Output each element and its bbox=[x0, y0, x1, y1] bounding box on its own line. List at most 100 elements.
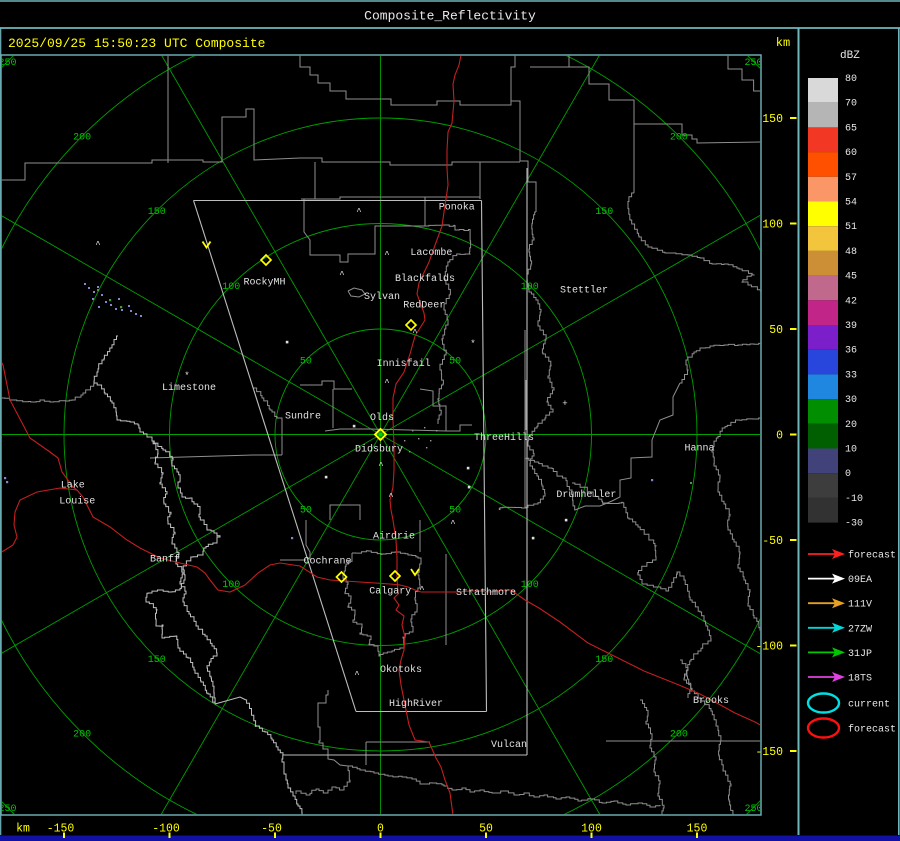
svg-text:Lake: Lake bbox=[61, 479, 85, 491]
svg-text:Blackfalds: Blackfalds bbox=[395, 273, 455, 285]
svg-text:150: 150 bbox=[595, 207, 613, 218]
svg-text:100: 100 bbox=[222, 282, 240, 293]
svg-text:51: 51 bbox=[845, 222, 857, 233]
svg-text:^: ^ bbox=[339, 270, 344, 280]
svg-text:250: 250 bbox=[744, 58, 762, 69]
svg-text:250: 250 bbox=[0, 804, 17, 815]
svg-text:57: 57 bbox=[845, 173, 857, 184]
svg-text:^: ^ bbox=[95, 240, 100, 250]
svg-text:Cochrane: Cochrane bbox=[304, 556, 352, 568]
svg-text:-10: -10 bbox=[845, 494, 863, 505]
svg-text:HighRiver: HighRiver bbox=[389, 698, 443, 710]
svg-text:10: 10 bbox=[845, 445, 857, 456]
svg-text:100: 100 bbox=[222, 580, 240, 591]
svg-text:ThreeHills: ThreeHills bbox=[474, 432, 534, 444]
svg-text:Brooks: Brooks bbox=[693, 695, 729, 707]
svg-text:forecast: forecast bbox=[848, 724, 896, 736]
svg-text:36: 36 bbox=[845, 346, 857, 357]
svg-text:*: * bbox=[470, 339, 475, 349]
svg-text:31JP: 31JP bbox=[848, 649, 872, 660]
svg-text:RockyMH: RockyMH bbox=[244, 277, 286, 289]
svg-text:111V: 111V bbox=[848, 600, 872, 611]
svg-text:Louise: Louise bbox=[59, 495, 95, 507]
svg-text:dBZ: dBZ bbox=[840, 50, 860, 62]
svg-text:60: 60 bbox=[845, 148, 857, 159]
svg-text:km: km bbox=[776, 36, 790, 50]
svg-text:48: 48 bbox=[845, 247, 857, 258]
svg-text:Airdrie: Airdrie bbox=[373, 531, 415, 543]
svg-text:^: ^ bbox=[412, 328, 417, 338]
svg-text:Banff: Banff bbox=[150, 554, 180, 566]
svg-text:39: 39 bbox=[845, 321, 857, 332]
svg-text:80: 80 bbox=[845, 74, 857, 85]
svg-text:-30: -30 bbox=[845, 519, 863, 530]
svg-text:250: 250 bbox=[744, 804, 762, 815]
svg-text:Sundre: Sundre bbox=[285, 411, 321, 423]
svg-text:50: 50 bbox=[449, 356, 461, 367]
svg-text:Lacombe: Lacombe bbox=[410, 247, 452, 259]
svg-text:30: 30 bbox=[845, 395, 857, 406]
svg-text:200: 200 bbox=[670, 133, 688, 144]
svg-text:100: 100 bbox=[521, 580, 539, 591]
svg-text:^: ^ bbox=[419, 585, 424, 595]
svg-text:Okotoks: Okotoks bbox=[380, 664, 422, 676]
svg-text:Composite_Reflectivity: Composite_Reflectivity bbox=[364, 9, 536, 24]
svg-text:150: 150 bbox=[762, 113, 783, 126]
svg-text:50: 50 bbox=[300, 506, 312, 517]
svg-text:0: 0 bbox=[845, 469, 851, 480]
svg-text:Innisfail: Innisfail bbox=[377, 358, 431, 370]
svg-text:200: 200 bbox=[670, 729, 688, 740]
svg-text:Sylvan: Sylvan bbox=[364, 291, 400, 303]
svg-text:-150: -150 bbox=[47, 823, 75, 836]
svg-text:Drumheller: Drumheller bbox=[556, 489, 616, 501]
svg-text:^: ^ bbox=[378, 461, 383, 471]
svg-text:50: 50 bbox=[449, 506, 461, 517]
svg-text:Didsbury: Didsbury bbox=[355, 444, 403, 456]
svg-text:50: 50 bbox=[769, 324, 783, 337]
svg-text:km: km bbox=[16, 823, 30, 836]
svg-text:^: ^ bbox=[384, 250, 389, 260]
svg-text:RedDeer: RedDeer bbox=[403, 300, 445, 312]
svg-text:0: 0 bbox=[776, 430, 783, 443]
svg-text:*: * bbox=[184, 371, 189, 381]
svg-text:33: 33 bbox=[845, 370, 857, 381]
svg-text:150: 150 bbox=[595, 655, 613, 666]
svg-text:^: ^ bbox=[356, 207, 361, 217]
svg-text:-50: -50 bbox=[261, 823, 282, 836]
svg-text:150: 150 bbox=[148, 207, 166, 218]
svg-text:Olds: Olds bbox=[370, 412, 394, 424]
svg-text:2025/09/25 15:50:23 UTC Compos: 2025/09/25 15:50:23 UTC Composite bbox=[8, 36, 265, 51]
svg-text:54: 54 bbox=[845, 198, 857, 209]
svg-text:27ZW: 27ZW bbox=[848, 624, 872, 635]
svg-text:100: 100 bbox=[521, 282, 539, 293]
svg-text:Ponoka: Ponoka bbox=[439, 202, 475, 214]
svg-text:50: 50 bbox=[300, 356, 312, 367]
svg-text:current: current bbox=[848, 700, 890, 711]
svg-text:-100: -100 bbox=[755, 641, 783, 654]
svg-text:^: ^ bbox=[354, 670, 359, 680]
svg-text:65: 65 bbox=[845, 123, 857, 134]
svg-text:Vulcan: Vulcan bbox=[491, 739, 527, 751]
svg-text:^: ^ bbox=[384, 378, 389, 388]
svg-text:150: 150 bbox=[148, 655, 166, 666]
svg-text:-150: -150 bbox=[755, 746, 783, 759]
svg-text:250: 250 bbox=[0, 58, 17, 69]
svg-text:^: ^ bbox=[388, 492, 393, 502]
svg-text:70: 70 bbox=[845, 99, 857, 110]
svg-text:-50: -50 bbox=[762, 535, 783, 548]
svg-text:^: ^ bbox=[450, 519, 455, 529]
svg-text:09EA: 09EA bbox=[848, 575, 872, 586]
svg-text:-100: -100 bbox=[152, 823, 180, 836]
svg-text:forecast: forecast bbox=[848, 550, 896, 562]
svg-text:Limestone: Limestone bbox=[162, 382, 216, 394]
svg-text:200: 200 bbox=[73, 729, 91, 740]
svg-text:Strathmore: Strathmore bbox=[456, 587, 516, 599]
svg-text:+: + bbox=[562, 399, 567, 409]
svg-text:100: 100 bbox=[762, 219, 783, 232]
svg-text:42: 42 bbox=[845, 296, 857, 307]
svg-text:Hanna: Hanna bbox=[685, 444, 715, 455]
svg-text:18TS: 18TS bbox=[848, 674, 872, 685]
svg-text:45: 45 bbox=[845, 272, 857, 283]
svg-text:Calgary: Calgary bbox=[369, 585, 411, 597]
svg-text:200: 200 bbox=[73, 133, 91, 144]
